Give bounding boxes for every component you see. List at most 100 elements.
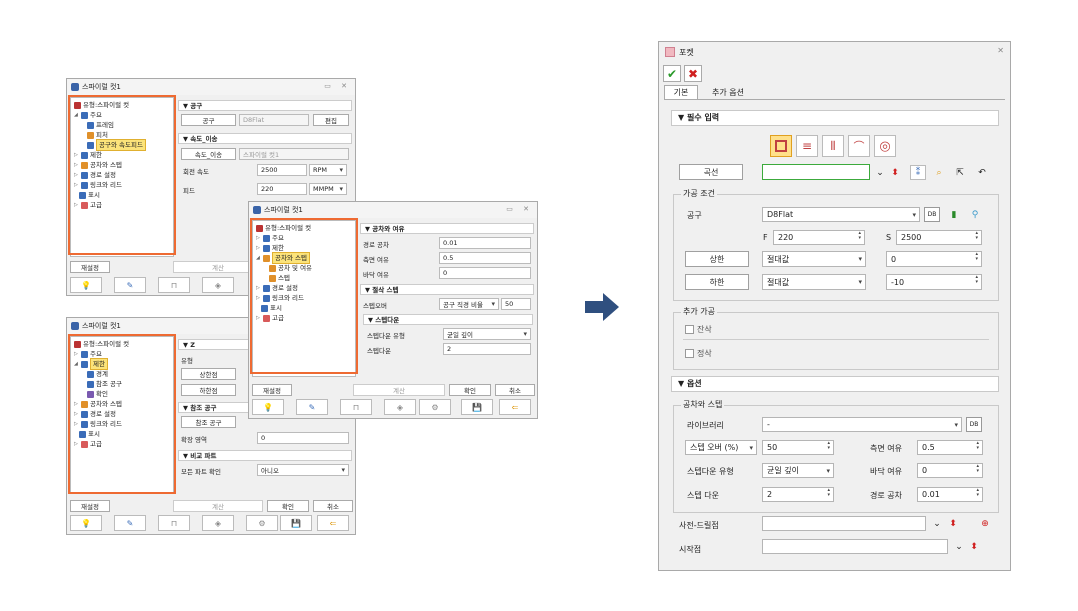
feed-input[interactable]: 220	[257, 183, 307, 195]
library-db-icon[interactable]: DB	[966, 417, 982, 432]
section-compare-part[interactable]: ▼ 비교 파트	[178, 450, 352, 461]
edit-icon[interactable]: ✎	[114, 277, 146, 293]
stepdown-input[interactable]: 2	[762, 487, 834, 502]
edit-icon[interactable]: ✎	[114, 515, 146, 531]
chevron-down-icon[interactable]: ⌄	[951, 539, 967, 554]
tool-db-icon[interactable]: DB	[924, 207, 940, 222]
path-tolerance-input[interactable]: 0.01	[917, 487, 983, 502]
close-icon[interactable]: ✕	[997, 46, 1004, 55]
bottom-mode-select[interactable]: 절대값	[762, 274, 866, 290]
toolpath-icon[interactable]: ⊓	[158, 515, 190, 531]
feed-unit-select[interactable]: MMPM	[309, 183, 347, 195]
spindle-unit-select[interactable]: RPM	[309, 164, 347, 176]
tab-basic[interactable]: 기본	[664, 85, 698, 100]
side-stock-input[interactable]: 0.5	[917, 440, 983, 455]
checkbox[interactable]	[685, 349, 694, 358]
pocket-circle-icon[interactable]: ◎	[874, 135, 896, 157]
bottom-value-input[interactable]: -10	[886, 274, 982, 290]
chevron-down-icon[interactable]: ⌄	[929, 516, 945, 531]
top-value-input[interactable]: 0	[886, 251, 982, 267]
pick-point-icon[interactable]: ⬍	[966, 539, 982, 554]
pocket-parallel-icon[interactable]: ⦀	[822, 135, 844, 157]
curve-tool-icon[interactable]: ⁑	[910, 165, 926, 180]
tool-select[interactable]: D8Flat	[762, 207, 920, 222]
predrill-input[interactable]	[762, 516, 926, 531]
stepover-input[interactable]: 50	[762, 440, 834, 455]
cancel-button[interactable]: 취소	[313, 500, 353, 512]
stepdown-type-select[interactable]: 균일 깊이	[762, 463, 834, 478]
section-options[interactable]: ▼ 옵션	[671, 376, 999, 392]
section-required-input[interactable]: ▼ 필수 입력	[671, 110, 999, 126]
tab-additional-options[interactable]: 추가 옵션	[703, 85, 753, 100]
stepover-mode-select[interactable]: 공구 직경 비율	[439, 298, 499, 310]
section-cut-step[interactable]: ▼ 절삭 스텝	[360, 284, 534, 295]
reset-button[interactable]: 재설정	[70, 500, 110, 512]
pocket-zigzag-icon[interactable]: ≡	[796, 135, 818, 157]
bulb-icon[interactable]: 💡	[70, 277, 102, 293]
start-point-input[interactable]	[762, 539, 948, 554]
spindle-input[interactable]: 2500	[257, 164, 307, 176]
bottom-button[interactable]: 하한	[685, 274, 749, 290]
undo-icon[interactable]: ↶	[974, 165, 990, 180]
stepover-mode-select[interactable]: 스텝 오버 (%)	[685, 440, 757, 455]
ok-button[interactable]: 확인	[267, 500, 309, 512]
feed-input[interactable]: 220	[773, 230, 865, 245]
top-button[interactable]: 상한	[685, 251, 749, 267]
cancel-button[interactable]: 취소	[495, 384, 535, 396]
extend-area-input[interactable]: 0	[257, 432, 349, 444]
spindle-input[interactable]: 2500	[896, 230, 982, 245]
finish-checkbox[interactable]: 정삭	[685, 348, 712, 359]
curve-selection-field[interactable]	[762, 164, 870, 180]
simulate-icon[interactable]: ◈	[202, 515, 234, 531]
add-point-icon[interactable]: ⊕	[977, 516, 993, 531]
reset-button[interactable]: 재설정	[252, 384, 292, 396]
library-select[interactable]: -	[762, 417, 962, 432]
bulb-icon[interactable]: 💡	[252, 399, 284, 415]
tool-info-icon[interactable]: ▮	[946, 207, 962, 222]
ok-check-icon[interactable]: ✔	[663, 65, 681, 82]
floor-stock-input[interactable]: 0	[439, 267, 531, 279]
select-cursor-icon[interactable]: ⇱	[952, 165, 968, 180]
pick-point-icon[interactable]: ⬍	[945, 516, 961, 531]
cancel-x-icon[interactable]: ✖	[684, 65, 702, 82]
verify-icon[interactable]: ⚙	[419, 399, 451, 415]
pocket-spiral-icon[interactable]	[770, 135, 792, 157]
section-stepdown[interactable]: ▼ 스텝다운	[363, 314, 533, 325]
toolpath-icon[interactable]: ⊓	[158, 277, 190, 293]
section-tolerance[interactable]: ▼ 공차와 여유	[360, 223, 534, 234]
tool-button[interactable]: 공구	[181, 114, 236, 126]
window-controls[interactable]: ▭ ✕	[506, 205, 533, 213]
tool-holder-icon[interactable]: ⚲	[967, 207, 983, 222]
verify-icon[interactable]: ⚙	[246, 515, 278, 531]
window-controls[interactable]: ▭ ✕	[324, 82, 351, 90]
rest-machining-checkbox[interactable]: 잔삭	[685, 324, 712, 335]
zoom-icon[interactable]: ⌕	[931, 165, 947, 180]
checkbox[interactable]	[685, 325, 694, 334]
curve-button[interactable]: 곡선	[679, 164, 743, 180]
section-tool[interactable]: ▼ 공구	[178, 100, 352, 111]
section-speed-feed[interactable]: ▼ 속도_이송	[178, 133, 352, 144]
bottom-point-button[interactable]: 하한점	[181, 384, 236, 396]
pick-icon[interactable]: ⬍	[887, 165, 903, 180]
stepdown-type-select[interactable]: 균일 깊이	[443, 328, 531, 340]
exit-icon[interactable]: ⇐	[317, 515, 349, 531]
speed-feed-button[interactable]: 속도_이송	[181, 148, 236, 160]
save-icon[interactable]: 💾	[280, 515, 312, 531]
stepdown-input[interactable]: 2	[443, 343, 531, 355]
edit-button[interactable]: 편집	[313, 114, 349, 126]
floor-stock-input[interactable]: 0	[917, 463, 983, 478]
stepover-input[interactable]: 50	[501, 298, 531, 310]
top-point-button[interactable]: 상한점	[181, 368, 236, 380]
chevron-down-icon[interactable]: ⌄	[872, 165, 888, 180]
exit-icon[interactable]: ⇐	[499, 399, 531, 415]
ok-button[interactable]: 확인	[449, 384, 491, 396]
top-mode-select[interactable]: 절대값	[762, 251, 866, 267]
save-icon[interactable]: 💾	[461, 399, 493, 415]
side-stock-input[interactable]: 0.5	[439, 252, 531, 264]
bulb-icon[interactable]: 💡	[70, 515, 102, 531]
calculate-button[interactable]: 계산	[173, 500, 263, 512]
path-tolerance-input[interactable]: 0.01	[439, 237, 531, 249]
pocket-wall-icon[interactable]: ⌒	[848, 135, 870, 157]
simulate-icon[interactable]: ◈	[384, 399, 416, 415]
check-all-parts-select[interactable]: 아니오	[257, 464, 349, 476]
